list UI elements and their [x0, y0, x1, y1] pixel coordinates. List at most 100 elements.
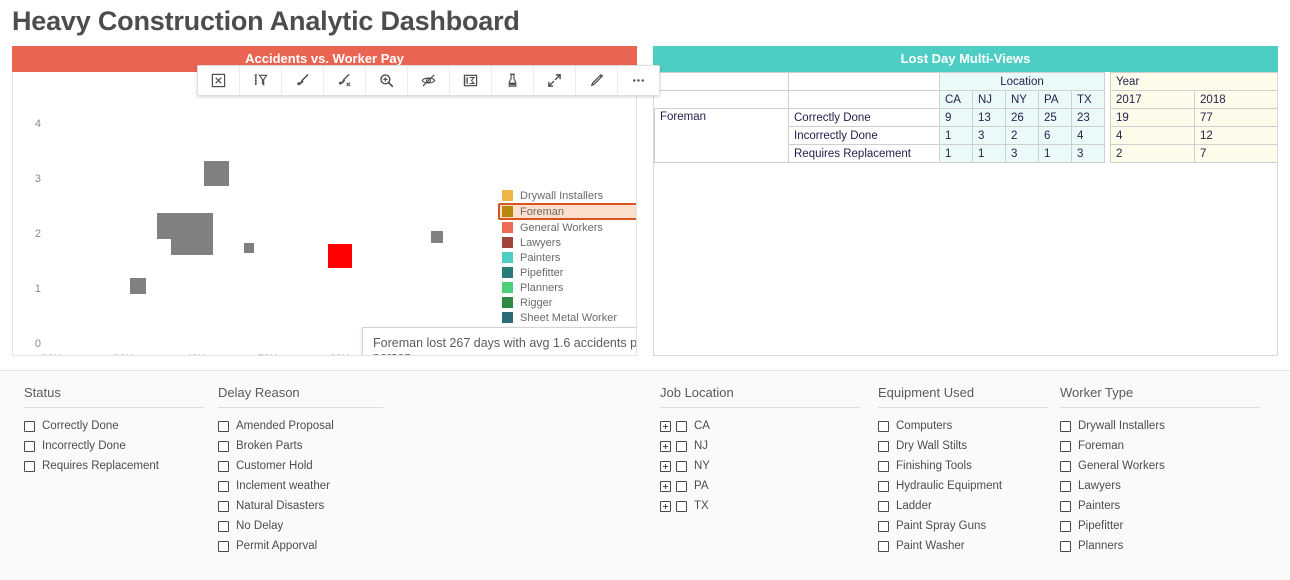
- checkbox[interactable]: [676, 480, 687, 492]
- legend-item[interactable]: Rigger: [500, 295, 636, 310]
- scatter-point[interactable]: [244, 242, 255, 253]
- checkbox[interactable]: [218, 460, 229, 472]
- filter-item-label: Amended Proposal: [236, 420, 334, 432]
- filter-item-equipment-used[interactable]: Paint Spray Guns: [878, 516, 1048, 536]
- filter-item-job-location[interactable]: CA: [660, 416, 860, 436]
- filter-item-job-location[interactable]: NY: [660, 456, 860, 476]
- checkbox[interactable]: [878, 420, 889, 432]
- expand-icon[interactable]: [534, 66, 576, 95]
- summary-icon[interactable]: [450, 66, 492, 95]
- expand-plus-icon[interactable]: [660, 460, 671, 472]
- checkbox[interactable]: [1060, 420, 1071, 432]
- checkbox[interactable]: [1060, 480, 1071, 492]
- checkbox[interactable]: [878, 520, 889, 532]
- filter-item-delay-reason[interactable]: No Delay: [218, 516, 383, 536]
- checkbox[interactable]: [676, 460, 687, 472]
- expand-plus-icon[interactable]: [660, 500, 671, 512]
- expand-plus-icon[interactable]: [660, 420, 671, 432]
- legend-item[interactable]: Painters: [500, 250, 636, 265]
- legend-item[interactable]: Lawyers: [500, 235, 636, 250]
- filter-item-worker-type[interactable]: Painters: [1060, 496, 1260, 516]
- checkbox[interactable]: [1060, 440, 1071, 452]
- edit-pencil-icon[interactable]: [576, 66, 618, 95]
- checkbox[interactable]: [218, 500, 229, 512]
- checkbox[interactable]: [676, 420, 687, 432]
- checkbox[interactable]: [218, 520, 229, 532]
- checkbox[interactable]: [1060, 520, 1071, 532]
- filter-item-worker-type[interactable]: Pipefitter: [1060, 516, 1260, 536]
- more-options-icon[interactable]: [618, 66, 659, 95]
- filter-item-label: TX: [694, 500, 709, 512]
- checkbox[interactable]: [24, 460, 35, 472]
- legend-color-swatch: [502, 297, 513, 308]
- expand-plus-icon[interactable]: [660, 480, 671, 492]
- scatter-point-selected[interactable]: [327, 244, 352, 268]
- filter-item-equipment-used[interactable]: Computers: [878, 416, 1048, 436]
- checkbox[interactable]: [878, 480, 889, 492]
- legend-color-swatch: [502, 312, 513, 323]
- checkbox[interactable]: [676, 500, 687, 512]
- legend-color-swatch: [502, 206, 513, 217]
- scatter-point[interactable]: [204, 161, 230, 186]
- filter-item-delay-reason[interactable]: Permit Apporval: [218, 536, 383, 556]
- checkbox[interactable]: [218, 420, 229, 432]
- filter-item-label: Natural Disasters: [236, 500, 325, 512]
- filter-item-label: Foreman: [1078, 440, 1125, 452]
- filter-item-worker-type[interactable]: Foreman: [1060, 436, 1260, 456]
- filter-item-delay-reason[interactable]: Customer Hold: [218, 456, 383, 476]
- filter-item-label: Paint Washer: [896, 540, 965, 552]
- filter-item-delay-reason[interactable]: Inclement weather: [218, 476, 383, 496]
- expand-plus-icon[interactable]: [660, 440, 671, 452]
- filter-item-delay-reason[interactable]: Amended Proposal: [218, 416, 383, 436]
- table-column-header: TX: [1070, 90, 1106, 109]
- legend-item[interactable]: Drywall Installers: [500, 188, 636, 203]
- filter-item-delay-reason[interactable]: Broken Parts: [218, 436, 383, 456]
- checkbox[interactable]: [1060, 540, 1071, 552]
- filter-item-worker-type[interactable]: General Workers: [1060, 456, 1260, 476]
- scatter-point[interactable]: [430, 230, 443, 243]
- checkbox[interactable]: [218, 440, 229, 452]
- checkbox[interactable]: [218, 480, 229, 492]
- checkbox[interactable]: [24, 440, 35, 452]
- checkbox[interactable]: [676, 440, 687, 452]
- filter-item-delay-reason[interactable]: Natural Disasters: [218, 496, 383, 516]
- checkbox[interactable]: [878, 440, 889, 452]
- legend-item[interactable]: Sheet Metal Worker: [500, 310, 636, 325]
- filter-item-worker-type[interactable]: Drywall Installers: [1060, 416, 1260, 436]
- scatter-point[interactable]: [194, 233, 213, 252]
- legend-item-selected[interactable]: Foreman: [498, 203, 636, 220]
- filter-item-equipment-used[interactable]: Ladder: [878, 496, 1048, 516]
- checkbox[interactable]: [1060, 500, 1071, 512]
- checkbox[interactable]: [218, 540, 229, 552]
- filter-item-equipment-used[interactable]: Dry Wall Stilts: [878, 436, 1048, 456]
- filter-item-job-location[interactable]: NJ: [660, 436, 860, 456]
- export-excel-icon[interactable]: [198, 66, 240, 95]
- zoom-in-icon[interactable]: [366, 66, 408, 95]
- table-cell: 3: [972, 126, 1006, 145]
- color-picker-icon[interactable]: [492, 66, 534, 95]
- filter-item-status[interactable]: Incorrectly Done: [24, 436, 204, 456]
- filter-item-equipment-used[interactable]: Paint Washer: [878, 536, 1048, 556]
- clear-brush-icon[interactable]: [324, 66, 366, 95]
- checkbox[interactable]: [1060, 460, 1071, 472]
- filter-item-equipment-used[interactable]: Hydraulic Equipment: [878, 476, 1048, 496]
- legend-item[interactable]: Pipefitter: [500, 265, 636, 280]
- legend-item[interactable]: Planners: [500, 280, 636, 295]
- filter-item-status[interactable]: Requires Replacement: [24, 456, 204, 476]
- legend-item[interactable]: General Workers: [500, 220, 636, 235]
- checkbox[interactable]: [878, 500, 889, 512]
- filter-item-equipment-used[interactable]: Finishing Tools: [878, 456, 1048, 476]
- filter-item-worker-type[interactable]: Planners: [1060, 536, 1260, 556]
- table-cell: 1: [939, 126, 973, 145]
- scatter-point[interactable]: [129, 278, 146, 295]
- hide-icon[interactable]: [408, 66, 450, 95]
- checkbox[interactable]: [878, 460, 889, 472]
- filter-icon[interactable]: [240, 66, 282, 95]
- filter-item-job-location[interactable]: TX: [660, 496, 860, 516]
- filter-item-worker-type[interactable]: Lawyers: [1060, 476, 1260, 496]
- brush-icon[interactable]: [282, 66, 324, 95]
- checkbox[interactable]: [878, 540, 889, 552]
- checkbox[interactable]: [24, 420, 35, 432]
- filter-item-job-location[interactable]: PA: [660, 476, 860, 496]
- filter-item-status[interactable]: Correctly Done: [24, 416, 204, 436]
